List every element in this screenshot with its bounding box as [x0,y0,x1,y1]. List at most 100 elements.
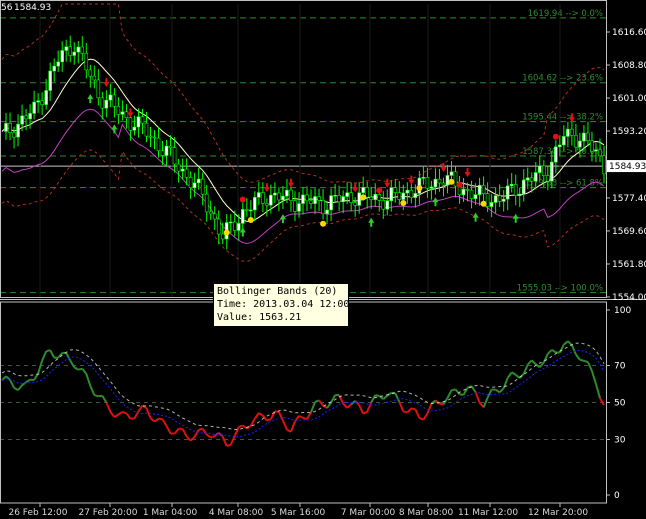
candle-body [12,132,16,138]
candle-body [208,211,213,215]
osc-line-segment [579,358,585,362]
candle-body [413,193,418,198]
candle-body [401,192,406,200]
time-label: 1 Mar 04:00 [143,508,198,518]
candle-body [445,175,450,186]
candle-body [257,192,261,198]
candle-body [505,185,510,200]
candle-body [120,111,125,115]
candle-body [4,123,8,132]
candle-body [212,213,217,220]
yellow-dot-icon [480,200,487,207]
candle-body [204,193,209,213]
osc-line-segment [122,410,127,415]
candle-body [20,115,24,125]
candle-body [529,177,534,182]
candle-body [273,192,277,196]
candle-body [261,192,265,204]
candle-body [164,145,169,156]
fib-level-label: 1619.94 --> 0.0% [528,9,603,19]
candle-body [297,203,301,212]
trading-chart[interactable]: 1619.94 --> 0.0% 1604.62 --> 23.6% 1595.44… [0,0,646,519]
price-tick-label: 1569.60 [612,227,646,237]
candle-body [96,79,101,99]
osc-line-segment [94,394,99,398]
candle-body [305,194,309,202]
candle-body [433,178,438,188]
candle-body [357,192,361,206]
candle-body [389,187,394,202]
indicator-tooltip: Bollinger Bands (20) Time: 2013.03.04 12… [213,283,349,327]
candle-body [176,163,181,172]
yellow-dot-icon [360,194,367,201]
osc-line-segment [403,410,408,414]
candle-body [441,182,446,186]
last-price-label: 1584.93 [14,3,51,13]
candle-body [377,193,382,201]
osc-tick-label: 70 [614,362,626,372]
candle-body [148,135,153,138]
candle-body [72,51,77,56]
candle-body [590,140,594,152]
yellow-dot-icon [247,216,254,223]
price-tick-label: 1561.80 [612,260,646,270]
candle-body [104,99,109,109]
candle-body [365,187,370,198]
candle-body [533,172,538,182]
candle-body [309,200,313,204]
time-label: 12 Mar 20:00 [528,508,588,518]
candle-body [541,165,546,176]
time-label: 27 Feb 20:00 [78,508,137,518]
candle-body [425,177,430,189]
symbol-fragment: 56 [1,3,13,13]
tooltip-time: Time: 2013.03.04 12:00 [217,299,350,310]
candle-body [566,128,570,137]
candle-body [493,195,498,203]
candle-body [513,184,518,197]
candle-body [602,155,606,175]
candle-body [112,94,117,107]
candle-body [453,171,458,187]
yellow-dot-icon [400,200,407,207]
candle-body [449,171,454,176]
candle-body [337,195,341,203]
red-dot-icon [376,187,383,194]
candle-body [68,46,73,56]
candle-body [144,122,149,137]
candle-body [405,189,410,194]
candle-body [421,177,426,179]
candle-body [216,218,221,235]
candle-body [385,200,390,210]
candle-body [124,111,129,119]
time-label: 7 Mar 00:00 [341,508,396,518]
candle-body [52,65,56,72]
candle-body [92,75,97,81]
candle-body [76,46,81,53]
candle-body [489,202,494,207]
candle-body [550,161,554,182]
time-label: 4 Mar 08:00 [209,508,264,518]
candle-body [325,209,329,215]
candle-body [100,97,105,109]
candle-body [481,184,486,194]
candle-body [349,192,353,203]
candle-body [168,145,173,148]
candle-body [321,200,325,215]
candle-body [16,123,20,138]
candle-body [381,200,386,210]
candle-body [220,233,225,240]
candle-body [313,196,317,204]
candle-body [285,189,289,197]
candle-body [28,113,32,120]
red-dot-icon [552,133,559,140]
candle-body [477,184,482,195]
tooltip-value: Value: 1563.21 [217,312,302,323]
candle-body [160,150,165,156]
time-label: 8 Mar 08:00 [399,508,454,518]
yellow-dot-icon [223,229,230,236]
osc-line-segment [226,443,232,448]
candle-body [140,116,145,124]
candle-body [345,192,349,197]
candle-body [582,132,586,142]
price-tick-label: 1601.00 [612,94,646,104]
